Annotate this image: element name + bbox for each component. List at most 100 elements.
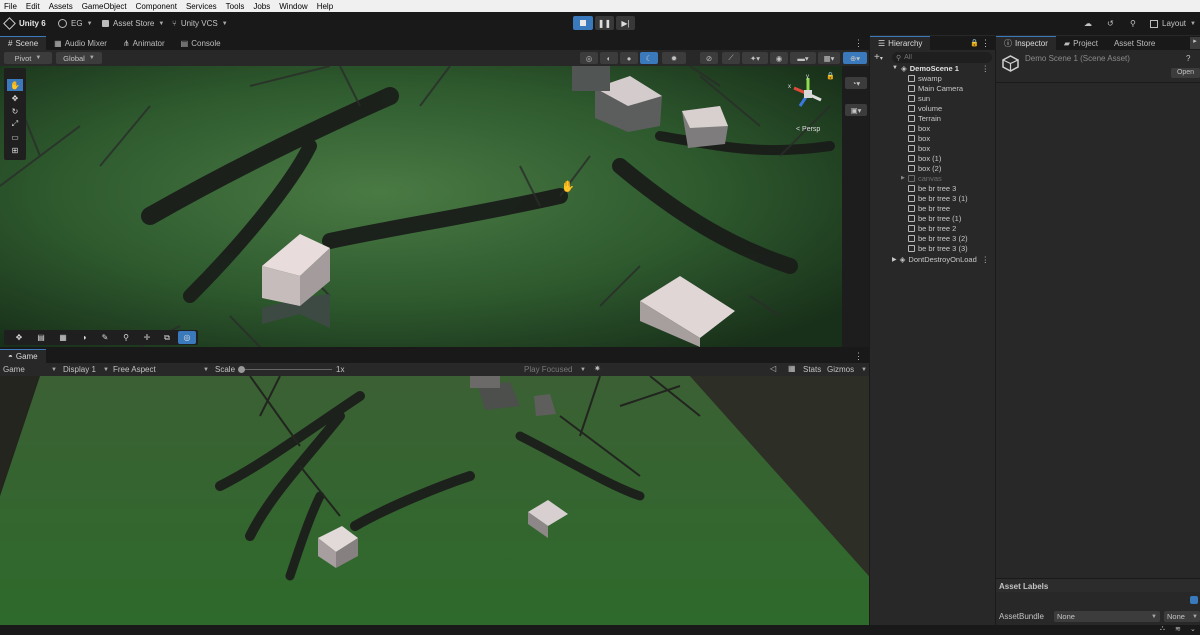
menu-assets[interactable]: Assets [49,2,73,11]
global-dropdown[interactable]: Global ▼ [56,52,102,64]
scale-slider[interactable] [238,369,332,370]
bug-icon[interactable]: ✷ [594,364,601,373]
step-button[interactable]: ▶| [616,16,635,30]
tab-animator[interactable]: ⋔ Animator [115,36,173,50]
grid-dropdown[interactable]: ▦▾ [818,52,840,64]
game-view[interactable] [0,376,869,625]
hierarchy-item[interactable]: volume [870,103,995,113]
account-dropdown[interactable]: EG ▼ [58,17,93,30]
hierarchy-item[interactable]: be br tree 3 (3) [870,243,995,253]
search-button[interactable]: ⚲ [1130,17,1136,30]
history-button[interactable]: ↺ [1107,17,1114,30]
menu-edit[interactable]: Edit [26,2,40,11]
dont-destroy-menu-icon[interactable]: ⋮ [982,255,990,264]
stats-button[interactable]: Stats [803,365,821,374]
menu-help[interactable]: Help [317,2,333,11]
transform-tool[interactable]: ⊞ [7,144,23,156]
game-tab-menu-icon[interactable]: ⋮ [854,351,863,362]
play-focused-dropdown[interactable]: Play Focused ▼ [524,365,586,374]
hierarchy-item[interactable]: be br tree 3 (1) [870,193,995,203]
menu-gameobject[interactable]: GameObject [82,2,127,11]
add-object-button[interactable]: +▾ [874,52,883,63]
hierarchy-item[interactable]: box (1) [870,153,995,163]
layout-button[interactable]: ▦ [788,364,796,373]
menu-tools[interactable]: Tools [226,2,245,11]
overlay-pivot-button[interactable]: ✛ [138,331,156,344]
tab-console[interactable]: ▤ Console [173,36,229,50]
move-tool[interactable]: ✥ [7,92,23,104]
tab-project[interactable]: ▰ Project [1056,36,1106,50]
network-icon[interactable]: ⛬ [1160,625,1165,633]
cloud-button[interactable]: ☁ [1084,17,1092,30]
shaded-button[interactable]: ● [620,52,638,64]
camera-dropdown[interactable]: ▬▾ [790,52,816,64]
help-icon[interactable]: ? [1186,54,1190,63]
tab-game[interactable]: ◓ Game [0,349,46,363]
lighting-toggle[interactable]: ⟋ [722,52,740,64]
hierarchy-item[interactable]: be br tree (1) [870,213,995,223]
rect-tool[interactable]: ▭ [7,131,23,143]
wireframe-button[interactable]: ◎ [580,52,598,64]
hand-tool[interactable]: ✋ [7,79,23,91]
game-mode-dropdown[interactable]: Game ▼ [3,365,57,374]
overlay-grid-button[interactable]: ▤ [32,331,50,344]
scene-tab-menu-icon[interactable]: ⋮ [854,38,863,49]
asset-variant-dropdown[interactable]: None ▼ [1164,611,1200,622]
draw-mode-dropdown[interactable]: ✹ [662,52,686,64]
tab-asset-store[interactable]: Asset Store [1106,36,1163,50]
hierarchy-item[interactable]: Main Camera [870,83,995,93]
lock-icon[interactable]: 🔒 [826,72,835,80]
hierarchy-item[interactable]: be br tree [870,203,995,213]
hierarchy-item[interactable]: box [870,143,995,153]
scale-slider-handle[interactable] [238,366,245,373]
chevron-down-icon[interactable]: ⌄ [1190,625,1196,633]
menu-file[interactable]: File [4,2,17,11]
asset-bundle-dropdown[interactable]: None ▼ [1054,611,1160,622]
lock-icon[interactable]: 🔒 [970,39,979,47]
hierarchy-search[interactable]: ⚲ [892,52,992,63]
dont-destroy-root[interactable]: ▶ ◈ DontDestroyOnLoad ⋮ [870,254,995,264]
open-button[interactable]: Open [1171,68,1200,78]
hierarchy-item[interactable]: box (2) [870,163,995,173]
aspect-dropdown[interactable]: Free Aspect ▼ [113,365,209,374]
camera-settings-button[interactable]: ◔▾ [845,77,867,89]
scale-tool[interactable]: ⤢ [7,118,23,130]
play-button[interactable] [573,16,593,30]
overlay-paint-button[interactable]: ✎ [96,331,114,344]
tab-audio-mixer[interactable]: ▦ Audio Mixer [46,36,115,50]
display-dropdown[interactable]: Display 1 ▼ [63,365,109,374]
hierarchy-item[interactable]: box [870,133,995,143]
visibility-toggle[interactable]: ◉ [770,52,788,64]
hierarchy-item[interactable]: ▶ canvas [870,173,995,183]
vcs-dropdown[interactable]: ⑂ Unity VCS ▼ [172,17,228,30]
collapsed-arrow-icon[interactable]: ▶ [901,175,905,181]
lit-button[interactable]: ☾ [640,52,658,64]
unity-logo-button[interactable]: Unity 6 [3,17,46,30]
label-tag-icon[interactable] [1190,596,1198,604]
gizmos-dropdown[interactable]: ⊕▾ [843,52,867,64]
rotate-tool[interactable]: ↻ [7,105,23,117]
hierarchy-menu-icon[interactable]: ⋮ [981,38,990,49]
orientation-gizmo[interactable]: y x [788,74,828,114]
menu-window[interactable]: Window [279,2,307,11]
view-options-button[interactable]: ▣▾ [845,104,867,116]
hierarchy-item[interactable]: swamp [870,73,995,83]
hierarchy-search-input[interactable] [904,54,985,61]
tab-scroll-icon[interactable]: ▸ [1190,37,1200,49]
pause-button[interactable]: ❚❚ [595,16,614,30]
overlay-compass-button[interactable]: ◎ [178,331,196,344]
pivot-dropdown[interactable]: Pivot ▼ [4,52,52,64]
menu-jobs[interactable]: Jobs [253,2,270,11]
tab-scene[interactable]: # Scene [0,36,47,50]
tab-inspector[interactable]: ⓘ Inspector [996,36,1056,50]
asset-store-dropdown[interactable]: Asset Store ▼ [102,17,164,30]
hierarchy-item[interactable]: Terrain [870,113,995,123]
effects-dropdown[interactable]: ✦▾ [742,52,768,64]
overlay-move-button[interactable]: ✥ [10,331,28,344]
menu-services[interactable]: Services [186,2,217,11]
layers-icon[interactable]: ≋ [1175,625,1181,633]
scene-menu-icon[interactable]: ⋮ [982,64,990,73]
tab-hierarchy[interactable]: ☰ Hierarchy [870,36,931,50]
hierarchy-item[interactable]: sun [870,93,995,103]
menu-component[interactable]: Component [136,2,177,11]
